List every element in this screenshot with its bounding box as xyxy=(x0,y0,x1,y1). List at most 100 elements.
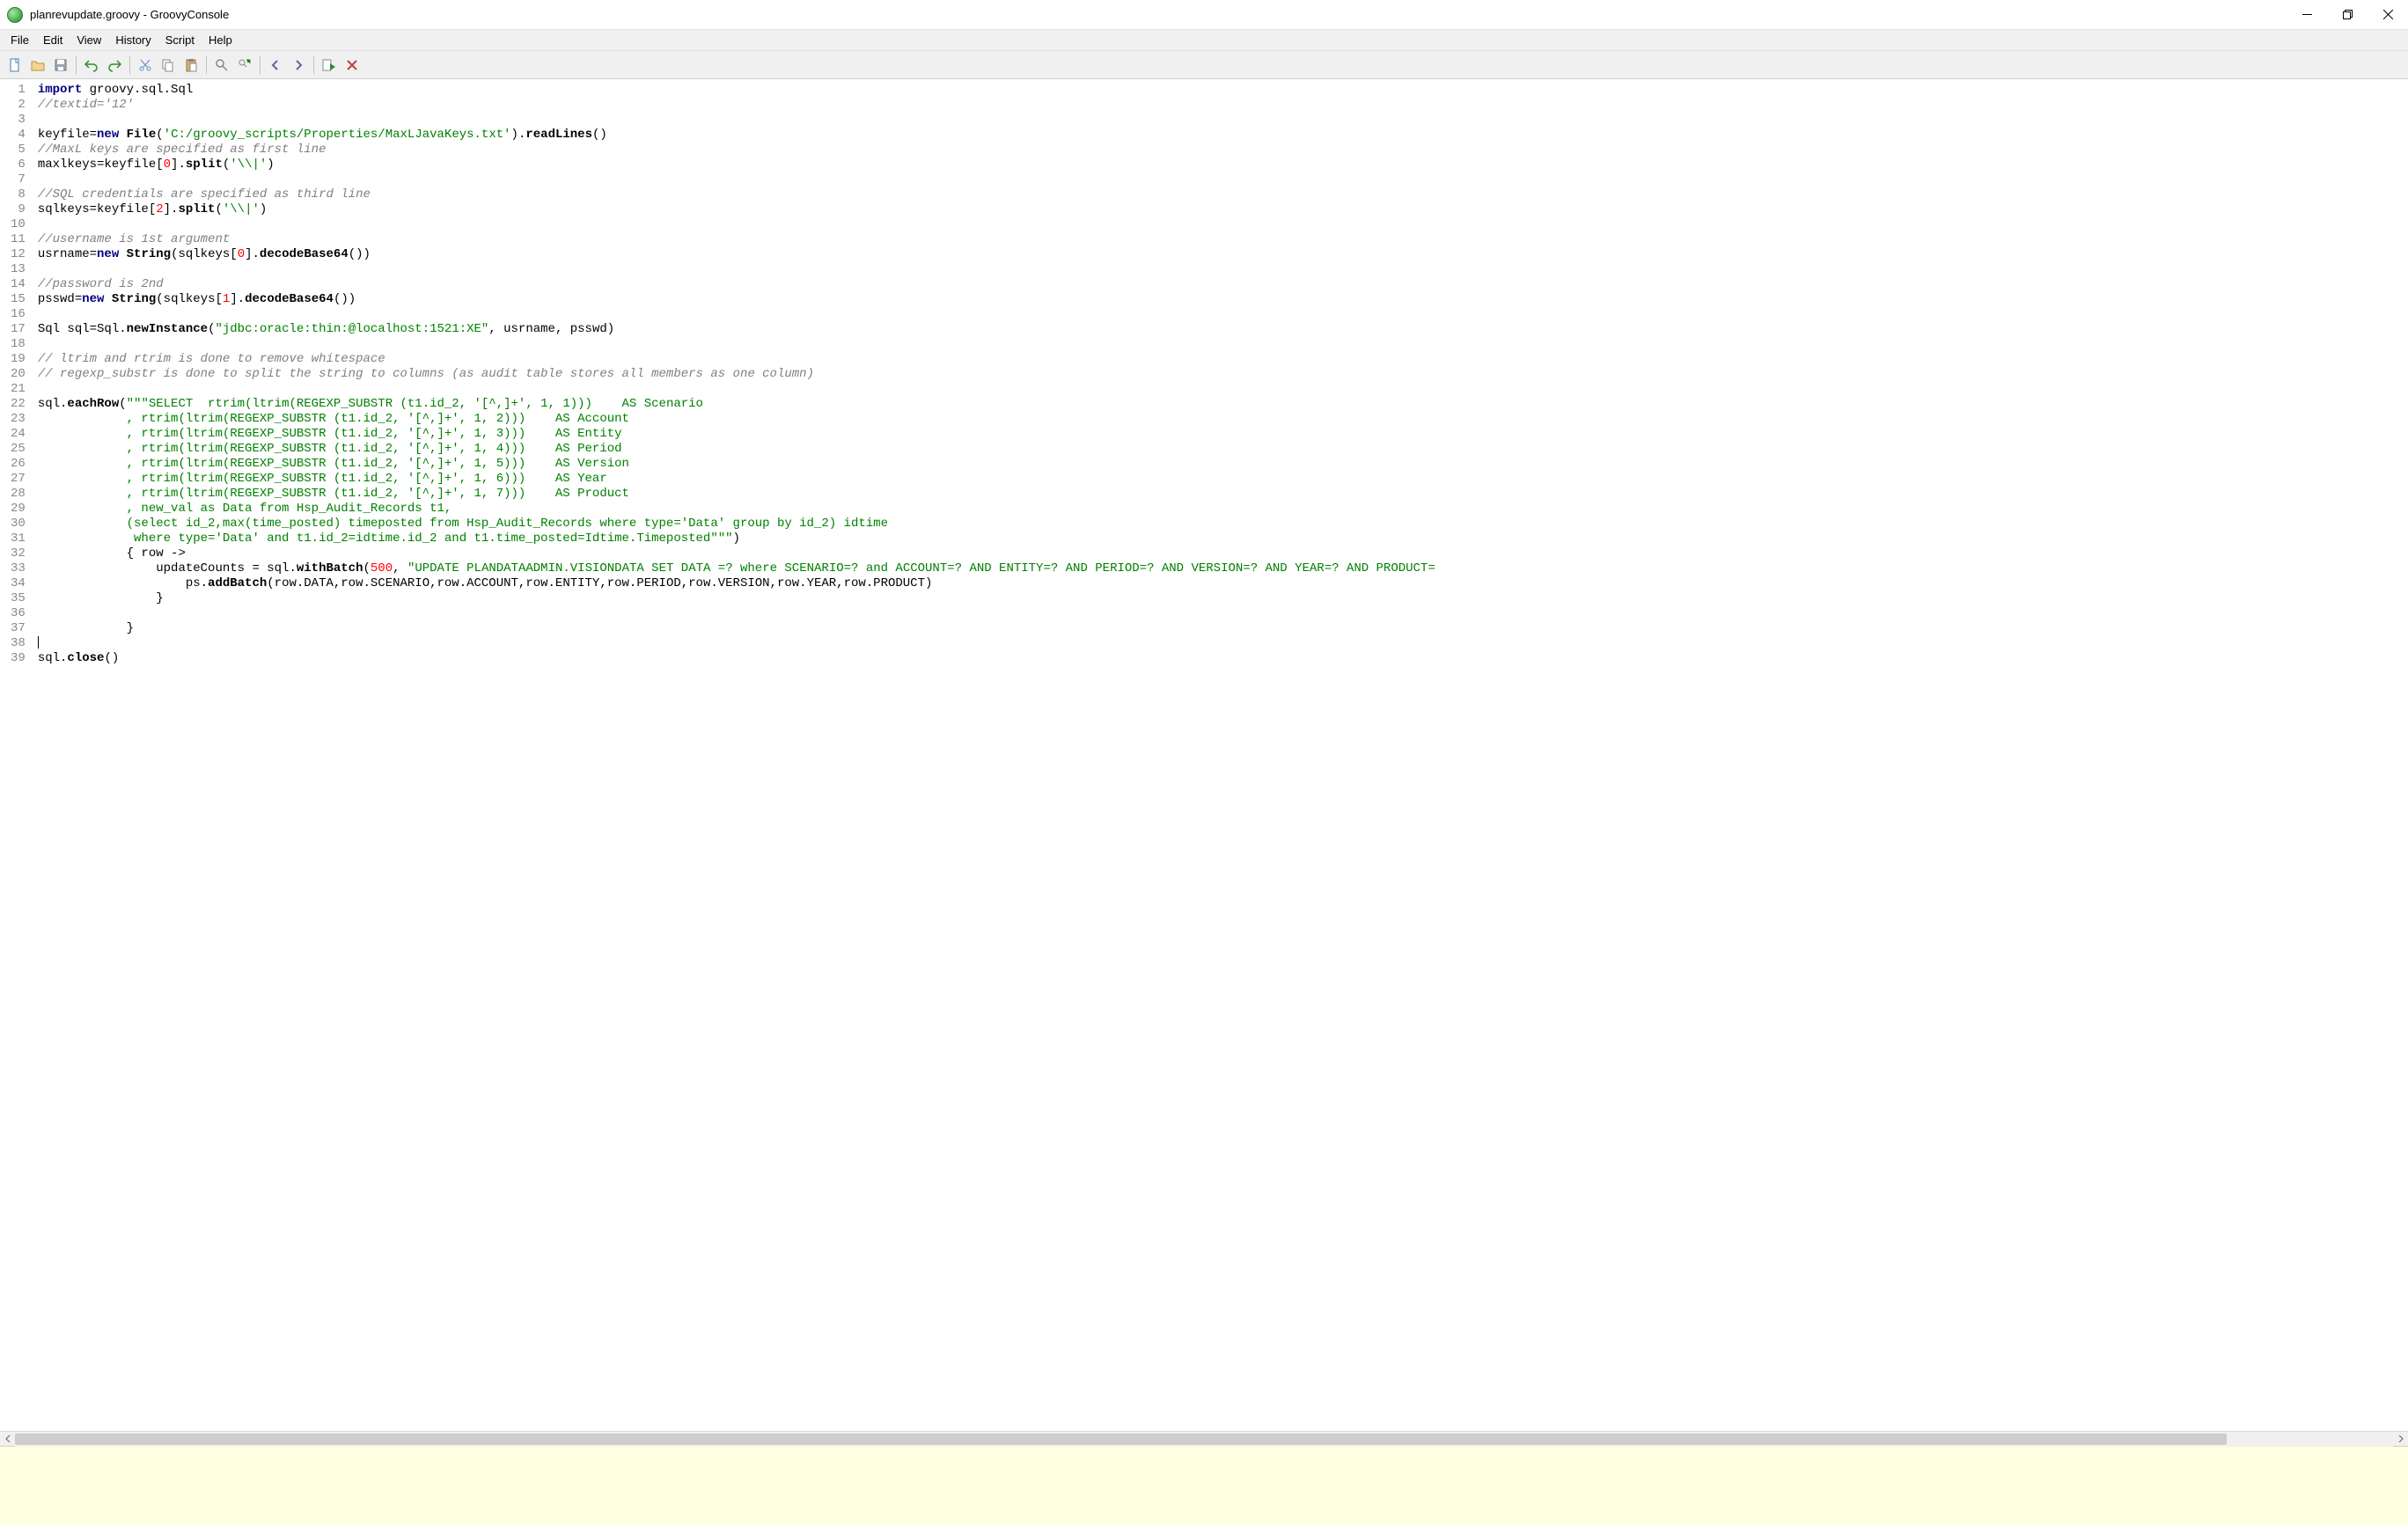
code-area[interactable]: import groovy.sql.Sql//textid='12' keyfil… xyxy=(31,79,1443,1431)
cut-button[interactable] xyxy=(136,55,155,75)
code-line[interactable]: //textid='12' xyxy=(38,98,1435,113)
line-number: 32 xyxy=(11,546,26,561)
line-number: 23 xyxy=(11,412,26,427)
menu-edit[interactable]: Edit xyxy=(36,31,70,49)
code-line[interactable]: maxlkeys=keyfile[0].split('\\|') xyxy=(38,158,1435,172)
code-line[interactable]: //password is 2nd xyxy=(38,277,1435,292)
code-line[interactable] xyxy=(38,307,1435,322)
line-number: 31 xyxy=(11,532,26,546)
copy-button[interactable] xyxy=(158,55,178,75)
open-file-button[interactable] xyxy=(28,55,48,75)
code-line[interactable]: } xyxy=(38,621,1435,636)
copy-icon xyxy=(161,58,175,72)
chevron-left-icon xyxy=(4,1435,11,1442)
line-number: 11 xyxy=(11,232,26,247)
scrollbar-thumb[interactable] xyxy=(15,1433,2227,1445)
minimize-button[interactable] xyxy=(2287,0,2327,30)
save-button[interactable] xyxy=(51,55,70,75)
code-line[interactable]: , rtrim(ltrim(REGEXP_SUBSTR (t1.id_2, '[… xyxy=(38,442,1435,457)
new-file-button[interactable] xyxy=(5,55,25,75)
code-line[interactable] xyxy=(38,113,1435,128)
replace-button[interactable] xyxy=(235,55,254,75)
paste-button[interactable] xyxy=(181,55,201,75)
scroll-left-arrow[interactable] xyxy=(0,1432,15,1447)
history-next-icon xyxy=(291,58,305,72)
code-line[interactable]: // regexp_substr is done to split the st… xyxy=(38,367,1435,382)
code-line[interactable]: , rtrim(ltrim(REGEXP_SUBSTR (t1.id_2, '[… xyxy=(38,472,1435,487)
code-line[interactable]: keyfile=new File('C:/groovy_scripts/Prop… xyxy=(38,128,1435,143)
maximize-button[interactable] xyxy=(2327,0,2368,30)
code-line[interactable] xyxy=(38,606,1435,621)
scroll-right-arrow[interactable] xyxy=(2393,1432,2408,1447)
code-line[interactable] xyxy=(38,636,1435,651)
menu-view[interactable]: View xyxy=(70,31,108,49)
minimize-icon xyxy=(2302,10,2312,19)
code-line[interactable] xyxy=(38,382,1435,397)
line-number: 35 xyxy=(11,591,26,606)
line-number: 19 xyxy=(11,352,26,367)
code-line[interactable]: , rtrim(ltrim(REGEXP_SUBSTR (t1.id_2, '[… xyxy=(38,412,1435,427)
save-icon xyxy=(54,58,68,72)
line-number: 22 xyxy=(11,397,26,412)
code-line[interactable]: usrname=new String(sqlkeys[0].decodeBase… xyxy=(38,247,1435,262)
redo-button[interactable] xyxy=(105,55,124,75)
code-line[interactable]: , rtrim(ltrim(REGEXP_SUBSTR (t1.id_2, '[… xyxy=(38,427,1435,442)
titlebar: planrevupdate.groovy - GroovyConsole xyxy=(0,0,2408,30)
code-line[interactable]: sql.eachRow("""SELECT rtrim(ltrim(REGEXP… xyxy=(38,397,1435,412)
code-line[interactable]: (select id_2,max(time_posted) timeposted… xyxy=(38,517,1435,532)
menu-script[interactable]: Script xyxy=(158,31,202,49)
line-number: 3 xyxy=(11,113,26,128)
text-cursor xyxy=(38,636,39,649)
code-line[interactable]: // ltrim and rtrim is done to remove whi… xyxy=(38,352,1435,367)
code-line[interactable]: } xyxy=(38,591,1435,606)
run-script-icon xyxy=(322,58,336,72)
code-line[interactable] xyxy=(38,262,1435,277)
code-line[interactable]: where type='Data' and t1.id_2=idtime.id_… xyxy=(38,532,1435,546)
menu-history[interactable]: History xyxy=(108,31,158,49)
code-line[interactable]: ps.addBatch(row.DATA,row.SCENARIO,row.AC… xyxy=(38,576,1435,591)
code-line[interactable]: updateCounts = sql.withBatch(500, "UPDAT… xyxy=(38,561,1435,576)
code-line[interactable]: psswd=new String(sqlkeys[1].decodeBase64… xyxy=(38,292,1435,307)
code-line[interactable]: , rtrim(ltrim(REGEXP_SUBSTR (t1.id_2, '[… xyxy=(38,457,1435,472)
undo-icon xyxy=(84,58,99,72)
find-icon xyxy=(215,58,229,72)
history-prev-button[interactable] xyxy=(266,55,285,75)
toolbar xyxy=(0,51,2408,79)
code-line[interactable]: Sql sql=Sql.newInstance("jdbc:oracle:thi… xyxy=(38,322,1435,337)
close-button[interactable] xyxy=(2368,0,2408,30)
paste-icon xyxy=(184,58,198,72)
line-number: 25 xyxy=(11,442,26,457)
history-next-button[interactable] xyxy=(289,55,308,75)
code-line[interactable] xyxy=(38,337,1435,352)
code-line[interactable]: //MaxL keys are specified as first line xyxy=(38,143,1435,158)
line-number: 39 xyxy=(11,651,26,666)
code-line[interactable]: sqlkeys=keyfile[2].split('\\|') xyxy=(38,202,1435,217)
code-line[interactable] xyxy=(38,217,1435,232)
menu-file[interactable]: File xyxy=(4,31,36,49)
line-number: 5 xyxy=(11,143,26,158)
code-line[interactable]: //SQL credentials are specified as third… xyxy=(38,187,1435,202)
line-number: 8 xyxy=(11,187,26,202)
line-number: 24 xyxy=(11,427,26,442)
menu-help[interactable]: Help xyxy=(202,31,239,49)
code-line[interactable] xyxy=(38,172,1435,187)
maximize-icon xyxy=(2343,10,2353,19)
code-line[interactable]: , rtrim(ltrim(REGEXP_SUBSTR (t1.id_2, '[… xyxy=(38,487,1435,502)
line-number: 38 xyxy=(11,636,26,651)
line-number: 9 xyxy=(11,202,26,217)
code-editor[interactable]: 1234567891011121314151617181920212223242… xyxy=(0,79,2408,1431)
line-number: 16 xyxy=(11,307,26,322)
find-button[interactable] xyxy=(212,55,231,75)
run-script-button[interactable] xyxy=(319,55,339,75)
code-line[interactable]: //username is 1st argument xyxy=(38,232,1435,247)
horizontal-scrollbar[interactable] xyxy=(0,1431,2408,1446)
scrollbar-track[interactable] xyxy=(15,1432,2393,1447)
stop-script-button[interactable] xyxy=(342,55,362,75)
code-line[interactable]: { row -> xyxy=(38,546,1435,561)
code-line[interactable]: sql.close() xyxy=(38,651,1435,666)
code-line[interactable]: import groovy.sql.Sql xyxy=(38,83,1435,98)
output-pane[interactable] xyxy=(0,1446,2408,1525)
editor-pane: 1234567891011121314151617181920212223242… xyxy=(0,79,2408,1525)
undo-button[interactable] xyxy=(82,55,101,75)
code-line[interactable]: , new_val as Data from Hsp_Audit_Records… xyxy=(38,502,1435,517)
